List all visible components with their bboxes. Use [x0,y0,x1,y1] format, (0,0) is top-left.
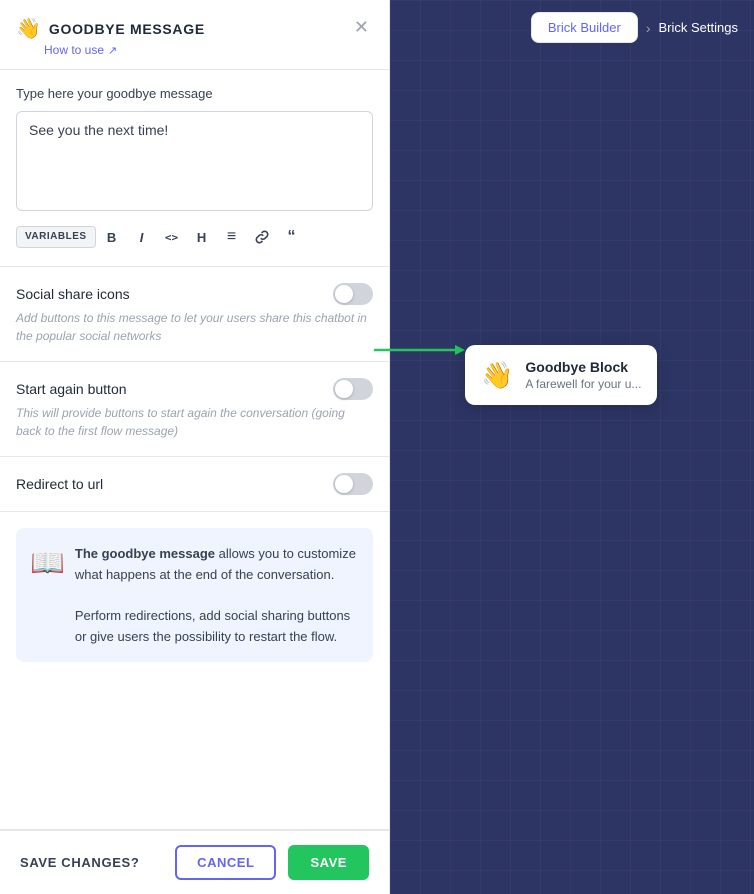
social-share-title: Social share icons [16,286,130,302]
breadcrumb-separator: › [646,20,651,36]
panel-title: GOODBYE MESSAGE [49,21,205,37]
info-box-bold: The goodbye message [75,546,215,561]
message-section-label: Type here your goodbye message [16,86,373,101]
start-again-row: Start again button [16,378,373,400]
panel-footer: SAVE CHANGES? CANCEL SAVE [0,829,389,894]
code-icon[interactable]: <> [158,224,186,250]
quote-icon[interactable]: “ [278,224,306,250]
card-title: Goodbye Block [525,359,641,375]
redirect-title: Redirect to url [16,476,103,492]
heading-icon[interactable]: H [188,224,216,250]
info-box: 📖 The goodbye message allows you to cust… [16,528,373,662]
card-text: Goodbye Block A farewell for your u... [525,359,641,391]
right-panel: Brick Builder › Brick Settings 👋 Goodbye… [390,0,754,894]
redirect-row: Redirect to url [16,473,373,495]
variables-button[interactable]: VARIABLES [16,226,96,248]
card-subtitle: A farewell for your u... [525,377,641,391]
goodbye-block-card[interactable]: 👋 Goodbye Block A farewell for your u... [465,345,657,405]
cancel-button[interactable]: CANCEL [175,845,276,880]
right-canvas: 👋 Goodbye Block A farewell for your u... [390,55,754,894]
redirect-toggle[interactable] [333,473,373,495]
close-button[interactable]: ✕ [350,16,373,38]
start-again-toggle[interactable] [333,378,373,400]
message-section: Type here your goodbye message VARIABLES… [0,70,389,267]
start-again-section: Start again button This will provide but… [0,362,389,457]
panel-content: Type here your goodbye message VARIABLES… [0,70,389,829]
list-icon[interactable]: ≡ [218,224,246,250]
footer-label: SAVE CHANGES? [20,855,163,870]
start-again-desc: This will provide buttons to start again… [16,404,373,440]
external-link-icon: ↗ [108,44,117,57]
subtitle-row: How to use ↗ [44,43,205,57]
social-share-row: Social share icons [16,283,373,305]
right-header: Brick Builder › Brick Settings [390,0,754,55]
link-icon[interactable] [248,224,276,250]
info-box-text: The goodbye message allows you to custom… [75,544,359,648]
brick-builder-button[interactable]: Brick Builder [531,12,638,43]
message-toolbar: VARIABLES B I <> H ≡ “ [16,224,373,250]
left-panel: 👋 GOODBYE MESSAGE How to use ↗ ✕ Type he… [0,0,390,894]
info-box-icon: 📖 [30,546,65,579]
info-box-text-part3: Perform redirections, add social sharing… [75,608,350,644]
message-textarea[interactable] [16,111,373,211]
bold-icon[interactable]: B [98,224,126,250]
panel-header: 👋 GOODBYE MESSAGE How to use ↗ ✕ [0,0,389,70]
brick-settings-label: Brick Settings [659,20,738,35]
social-share-toggle[interactable] [333,283,373,305]
header-emoji: 👋 [16,16,41,41]
save-button[interactable]: SAVE [288,845,369,880]
italic-icon[interactable]: I [128,224,156,250]
how-to-use-link[interactable]: How to use [44,43,104,57]
card-emoji: 👋 [481,360,513,391]
start-again-title: Start again button [16,381,127,397]
social-share-section: Social share icons Add buttons to this m… [0,267,389,362]
header-left: 👋 GOODBYE MESSAGE How to use ↗ [16,16,205,57]
redirect-section: Redirect to url [0,457,389,512]
social-share-desc: Add buttons to this message to let your … [16,309,373,345]
title-row: 👋 GOODBYE MESSAGE [16,16,205,41]
